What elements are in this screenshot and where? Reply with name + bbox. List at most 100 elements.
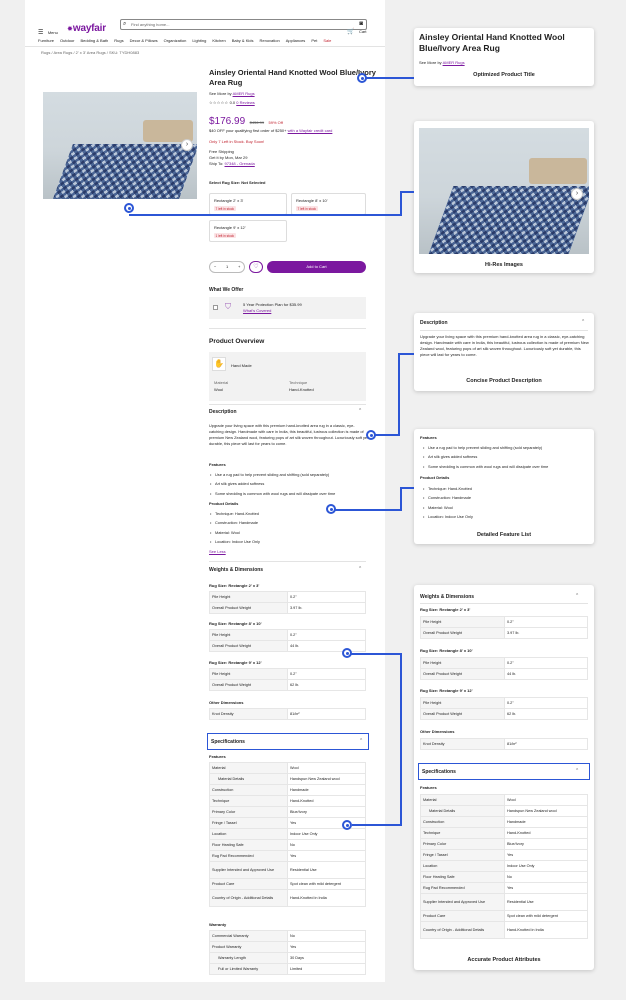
- overview-card: ✋ Hand Made Material Wool Technique Hand…: [209, 352, 366, 401]
- cart-button[interactable]: 🛒 Cart: [347, 20, 367, 38]
- table-row: Material Details Handspun New Zealand woo…: [209, 773, 366, 785]
- search-box[interactable]: ⌕ Find anything home... ◙: [120, 19, 367, 30]
- table-row: Product Care Spot clean with mild deterge…: [209, 878, 366, 890]
- table-row: Floor Heating Safe No: [420, 871, 588, 883]
- old-price: $436.99: [249, 120, 265, 125]
- nav-furniture[interactable]: Furniture: [38, 38, 54, 43]
- callout-description-panel: Description ⌃ Upgrade your living space …: [414, 313, 594, 391]
- table-row: Floor Heating Safe No: [209, 839, 366, 851]
- size-option-9x12[interactable]: Rectangle 9' x 12' 1 left in stock: [209, 220, 287, 242]
- heart-icon[interactable]: ♡: [249, 261, 263, 273]
- plus-icon[interactable]: +: [238, 264, 240, 269]
- specifications-header[interactable]: Specifications ⌃: [207, 733, 369, 750]
- brand-link[interactable]: AMER Rugs: [233, 91, 255, 96]
- nav-decor-pillows[interactable]: Decor & Pillows: [130, 38, 158, 43]
- callout-product-title: Ainsley Oriental Hand Knotted Wool Blue/…: [419, 32, 565, 54]
- rating[interactable]: ☆☆☆☆☆ 0.0 0 Reviews: [209, 100, 255, 105]
- breadcrumb[interactable]: Rugs / Area Rugs / 2' x 3' Area Rugs / S…: [41, 50, 139, 55]
- nav-bedding-bath[interactable]: Bedding & Bath: [80, 38, 108, 43]
- callout-brand-link[interactable]: AMER Rugs: [443, 60, 465, 65]
- table-row: Primary Color Blue/Ivory: [209, 806, 366, 818]
- plan-checkbox[interactable]: [213, 305, 218, 310]
- chevron-up-icon[interactable]: ⌃: [358, 566, 362, 572]
- logo[interactable]: ✸wayfair: [67, 18, 106, 36]
- chevron-up-icon[interactable]: ⌃: [575, 768, 579, 774]
- menu-label: Menu: [47, 30, 58, 35]
- product-image[interactable]: ›: [43, 92, 197, 199]
- list-item: Use a rug pad to help prevent sliding an…: [422, 445, 548, 451]
- credit-card-link[interactable]: with a Wayfair credit card: [288, 128, 333, 133]
- plan-text: 5 Year Protection Plan for $35.99: [243, 302, 302, 307]
- nav-baby-kids[interactable]: Baby & Kids: [232, 38, 254, 43]
- whats-covered-link[interactable]: What's Covered: [243, 308, 271, 313]
- nav-kitchen[interactable]: Kitchen: [212, 38, 225, 43]
- connector-description-v: [398, 353, 400, 436]
- description-title[interactable]: Description: [209, 409, 237, 415]
- chevron-up-icon[interactable]: ⌃: [359, 738, 363, 744]
- callout-features-title: Features: [420, 435, 437, 440]
- nav-renovation[interactable]: Renovation: [259, 38, 279, 43]
- nav-lighting[interactable]: Lighting: [192, 38, 206, 43]
- sofa-shape: [529, 158, 587, 184]
- cart-icon: 🛒: [347, 29, 355, 35]
- reviews-link[interactable]: 0 Reviews: [236, 100, 254, 105]
- stock-badge: 1 left in stock: [214, 233, 236, 238]
- size-option-2x3[interactable]: Rectangle 2' x 3' 7 left in stock: [209, 193, 287, 215]
- protection-plan-card: ⛉ 5 Year Protection Plan for $35.99 What…: [209, 297, 366, 319]
- table-row: Overall Product Weight 3.97 lb.: [209, 602, 366, 614]
- caption-detailed-features: Detailed Feature List: [476, 532, 532, 538]
- callout-details-title: Product Details: [420, 475, 450, 480]
- weights-group-label: Rug Size: Rectangle 2' x 3': [209, 583, 260, 588]
- list-item: Some shedding is common with wool rugs a…: [422, 464, 548, 470]
- stock-notice: Only 7 Left in Stock. Buy Soon!: [209, 139, 265, 144]
- table-row: Technique Hand-Knotted: [209, 795, 366, 807]
- caption-hi-res-images: Hi-Res Images: [485, 262, 523, 268]
- connector-description-h: [375, 434, 399, 436]
- nav-rugs[interactable]: Rugs: [114, 38, 123, 43]
- next-image-button[interactable]: ›: [571, 188, 583, 200]
- rug-shape: [428, 186, 589, 254]
- nav-sale[interactable]: Sale: [323, 38, 331, 43]
- nav-organization[interactable]: Organization: [164, 38, 187, 43]
- add-to-cart-button[interactable]: Add to Cart: [267, 261, 366, 273]
- see-more-label: See More by: [209, 91, 232, 96]
- chevron-up-icon[interactable]: ⌃: [581, 319, 585, 325]
- callout-images-panel: › Hi-Res Images: [414, 121, 594, 273]
- table-row: Construction Handmade: [420, 816, 588, 828]
- chevron-up-icon[interactable]: ⌃: [575, 593, 579, 599]
- callout-description-text: Upgrade your living space with this prem…: [420, 334, 589, 357]
- callout-weights-title: Weights & Dimensions: [420, 594, 475, 600]
- menu-button[interactable]: ☰ Menu: [38, 21, 58, 39]
- nav-appliances[interactable]: Appliances: [286, 38, 306, 43]
- callout-weights-group-label: Rug Size: Rectangle 8' x 10': [420, 648, 473, 653]
- callout-features-list: Use a rug pad to help prevent sliding an…: [422, 445, 548, 473]
- ship-to-label: Ship To:: [209, 161, 224, 166]
- weights-table-2x3: Pile Height 0.2" Overall Product Weight 3.…: [209, 591, 366, 614]
- callout-see-more: See More by: [419, 60, 442, 65]
- quantity-stepper[interactable]: − 1 +: [209, 261, 245, 273]
- what-we-offer-title: What We Offer: [209, 287, 244, 293]
- callout-weights-group-label: Rug Size: Rectangle 2' x 3': [420, 607, 471, 612]
- nav-outdoor[interactable]: Outdoor: [60, 38, 74, 43]
- chevron-up-icon[interactable]: ⌃: [358, 408, 362, 414]
- callout-specifications-header[interactable]: Specifications ⌃: [418, 763, 590, 780]
- list-item: Location: Indoor Use Only: [209, 539, 260, 545]
- size-option-8x10[interactable]: Rectangle 8' x 10' 7 left in stock: [291, 193, 366, 215]
- connector-attributes-h2: [352, 824, 402, 826]
- warranty-table: Commercial Warranty No Product Warranty Ye…: [209, 930, 366, 975]
- table-row: Overall Product Weight 62 lb.: [420, 708, 588, 720]
- weights-table-9x12: Pile Height 0.2" Overall Product Weight 62…: [209, 668, 366, 691]
- see-less-link[interactable]: See Less: [209, 549, 226, 554]
- search-input[interactable]: Find anything home...: [131, 22, 169, 27]
- weights-title[interactable]: Weights & Dimensions: [209, 567, 263, 573]
- next-image-button[interactable]: ›: [181, 139, 193, 151]
- discount: 59% Off: [268, 120, 283, 125]
- zip-link[interactable]: 97348 - Grenada: [225, 161, 255, 166]
- nav-pet[interactable]: Pet: [311, 38, 317, 43]
- list-item: Art silk gives added softness: [422, 454, 548, 460]
- cart-label: Cart: [358, 29, 367, 34]
- minus-icon[interactable]: −: [214, 264, 216, 269]
- list-item: Technique: Hand-Knotted: [209, 511, 260, 517]
- list-item: Location: Indoor Use Only: [422, 514, 473, 520]
- product-page: ☰ Menu ✸wayfair ⌕ Find anything home... …: [25, 0, 385, 982]
